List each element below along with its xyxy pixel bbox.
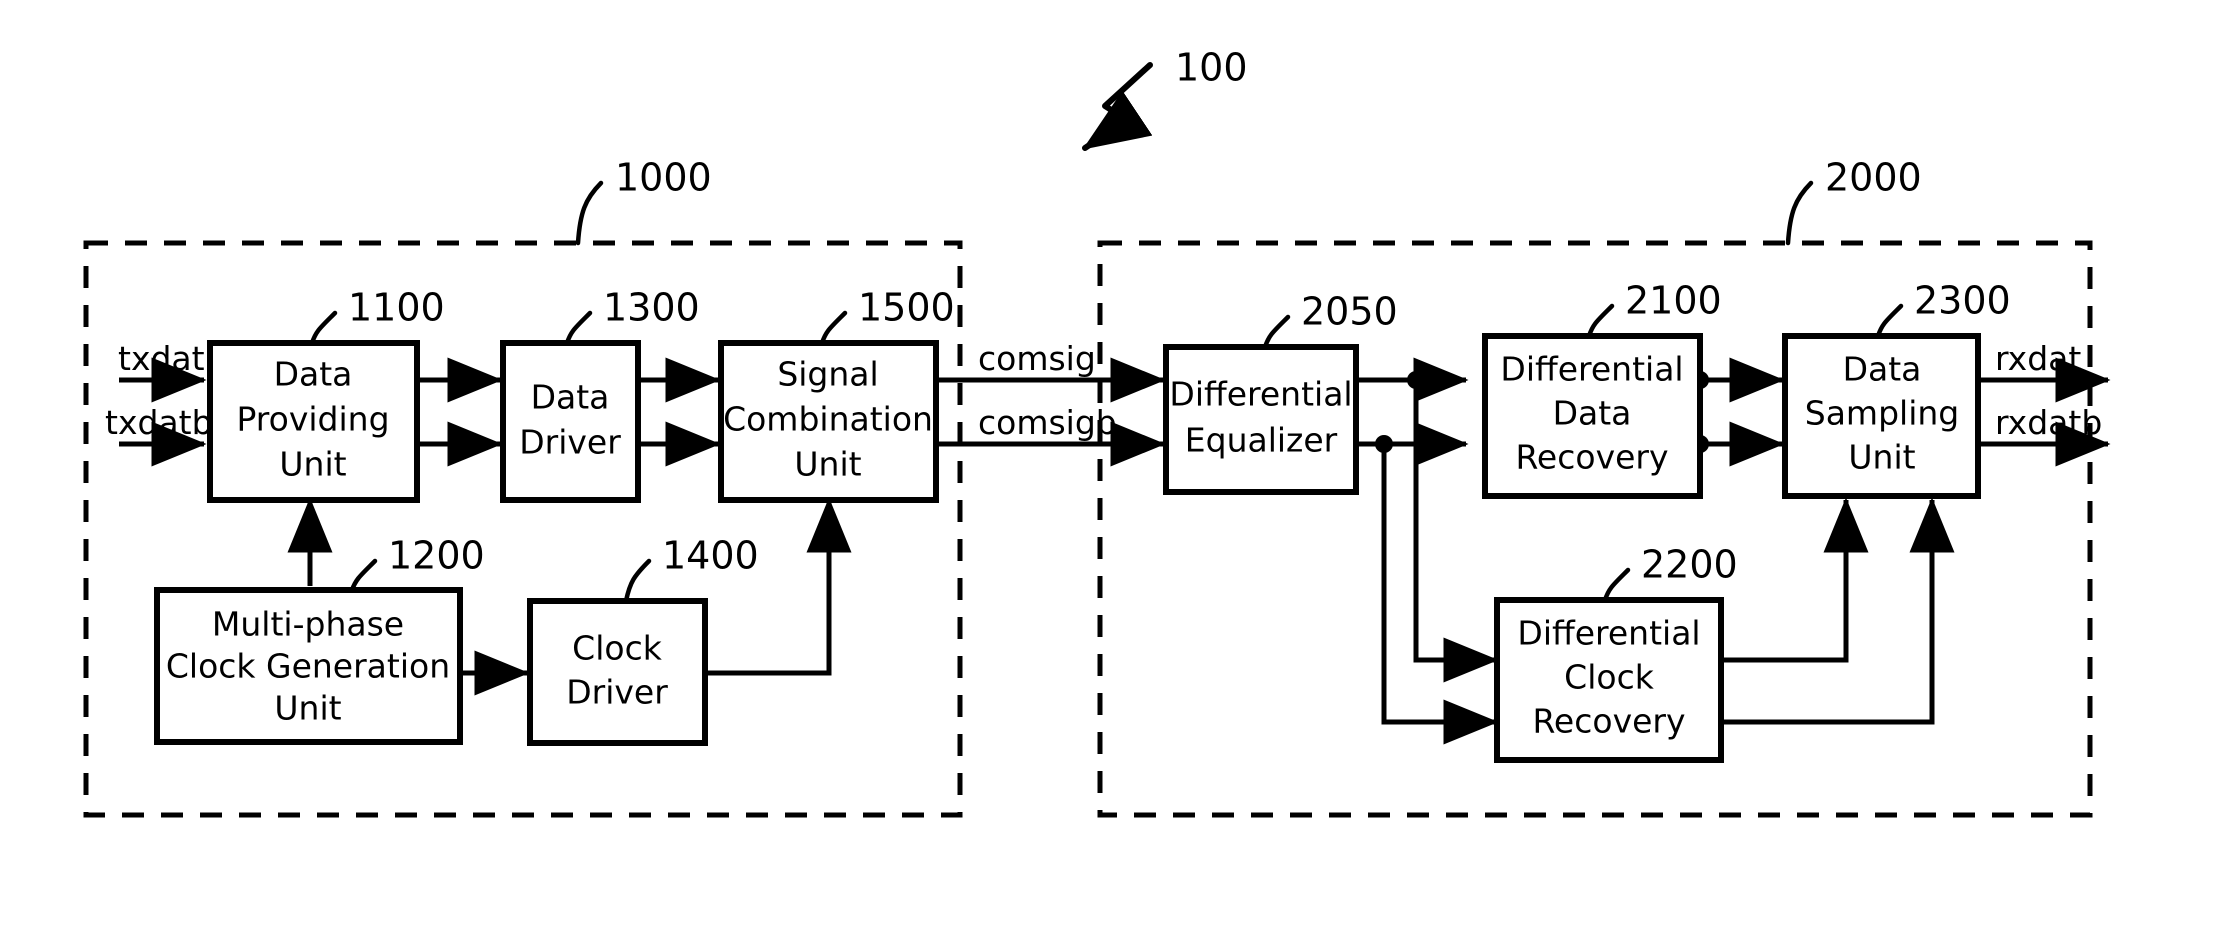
block-signal-combination-unit[interactable]: 1500 Signal Combination Unit [718, 286, 955, 503]
block-label-line: Combination [723, 400, 933, 439]
block-data-providing-unit[interactable]: 1100 Data Providing Unit [207, 286, 445, 503]
block-differential-clock-recovery[interactable]: 2200 Differential Clock Recovery [1494, 543, 1738, 763]
block-ref-1500: 1500 [858, 286, 955, 330]
block-label-line: Differential [1169, 375, 1352, 414]
block-ref-1300: 1300 [603, 286, 700, 330]
block-ref-2200: 2200 [1641, 543, 1738, 587]
figure-ref-label: 100 [1175, 46, 1248, 90]
block-label-line: Clock [1564, 658, 1655, 697]
block-data-driver[interactable]: 1300 Data Driver [500, 286, 700, 503]
block-clock-driver[interactable]: 1400 Clock Driver [527, 534, 759, 746]
block-ref-2100: 2100 [1625, 279, 1722, 323]
block-differential-equalizer[interactable]: 2050 Differential Equalizer [1163, 290, 1398, 495]
block-ref-2300: 2300 [1914, 279, 2011, 323]
signal-label-rxdatb: rxdatb [1995, 403, 2102, 442]
block-label-line: Equalizer [1185, 421, 1338, 460]
block-ref-1100: 1100 [348, 286, 445, 330]
block-label-line: Unit [794, 445, 861, 484]
junction-dot [1375, 435, 1393, 453]
block-label-line: Data [274, 355, 353, 394]
junction-dot [1407, 371, 1425, 389]
block-ref-2050: 2050 [1301, 290, 1398, 334]
block-multi-phase-clock-generation-unit[interactable]: 1200 Multi-phase Clock Generation Unit [154, 534, 485, 745]
block-label-line: Data [1553, 394, 1632, 433]
block-label-line: Data [1843, 350, 1922, 389]
figure-reference-100: 100 [1082, 46, 1248, 151]
block-differential-data-recovery[interactable]: 2100 Differential Data Recovery [1482, 279, 1722, 499]
block-label-line: Driver [566, 673, 668, 712]
block-label-line: Driver [519, 423, 621, 462]
block-label-line: Clock Generation [166, 647, 450, 686]
block-label-line: Recovery [1532, 702, 1685, 741]
signal-label-comsigb: comsigb [978, 403, 1117, 442]
block-data-sampling-unit[interactable]: 2300 Data Sampling Unit [1782, 279, 2011, 499]
group-ref-2000: 2000 [1825, 156, 1922, 200]
block-label-line: Data [531, 378, 610, 417]
block-label-line: Unit [274, 689, 341, 728]
group-ref-1000: 1000 [615, 156, 712, 200]
signal-label-txdatb: txdatb [105, 403, 213, 442]
block-label-line: Unit [279, 445, 346, 484]
block-ref-1200: 1200 [388, 534, 485, 578]
block-label-line: Clock [572, 629, 663, 668]
block-label-line: Unit [1848, 438, 1915, 477]
block-diagram: 100 1000 2000 1100 Data Providing Unit 1… [83, 46, 2111, 818]
signal-label-txdat: txdat [118, 339, 205, 378]
block-label-line: Signal [777, 355, 878, 394]
block-label-line: Differential [1517, 614, 1700, 653]
block-label-line: Recovery [1515, 438, 1668, 477]
signal-label-comsig: comsig [978, 339, 1096, 378]
block-label-line: Multi-phase [212, 605, 404, 644]
block-label-line: Differential [1500, 350, 1683, 389]
block-label-line: Providing [236, 400, 389, 439]
patent-figure: 100 1000 2000 1100 Data Providing Unit 1… [0, 0, 2220, 928]
block-ref-1400: 1400 [662, 534, 759, 578]
block-label-line: Sampling [1805, 394, 1959, 433]
signal-label-rxdat: rxdat [1995, 339, 2081, 378]
